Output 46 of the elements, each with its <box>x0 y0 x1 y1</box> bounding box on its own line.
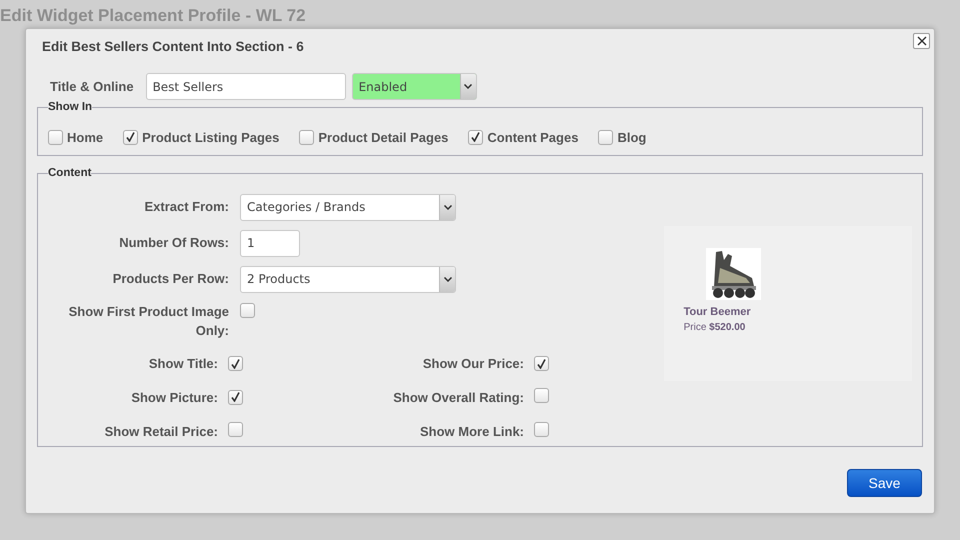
inline-skate-drawing <box>706 248 761 300</box>
checkbox[interactable] <box>534 356 549 371</box>
dialog-title: Edit Best Sellers Content Into Section - 6 <box>41 38 304 56</box>
checkbox[interactable] <box>228 390 243 405</box>
caret-icon <box>439 266 455 292</box>
option-label: Product Listing Pages <box>142 128 280 147</box>
checkbox[interactable] <box>299 130 314 145</box>
group-legend: Show In <box>48 102 92 114</box>
option-label: Show Picture: <box>130 390 219 406</box>
option-label: Product Detail Pages <box>318 128 448 147</box>
checkbox[interactable] <box>240 302 255 318</box>
option-label: Show Retail Price: <box>104 424 219 440</box>
field-label: Show First Product Image Only: <box>68 302 229 340</box>
option-label: Content Pages <box>487 128 578 147</box>
checkbox[interactable] <box>123 130 138 145</box>
option-label: Show Title: <box>148 356 219 372</box>
field-label: Products Per Row: <box>112 270 229 288</box>
field-label: Extract From: <box>143 198 229 216</box>
option-label: Show Our Price: <box>422 356 525 372</box>
save-button[interactable]: Save <box>847 469 922 497</box>
product-title[interactable]: Tour Beemer <box>684 304 912 320</box>
checkbox[interactable] <box>598 130 614 145</box>
title-input[interactable]: Best Sellers <box>146 73 346 100</box>
product-price: Price $520.00 <box>684 321 746 335</box>
close-icon <box>916 36 926 46</box>
group-legend: Content <box>48 168 92 180</box>
checkbox[interactable] <box>534 388 549 403</box>
option-label: Home <box>67 128 104 146</box>
status-select[interactable]: Enabled <box>352 73 477 100</box>
caret-icon <box>439 194 455 220</box>
field-label: Number Of Rows: <box>118 234 229 252</box>
number-input[interactable]: 1 <box>240 230 300 256</box>
option-label: Show Overall Rating: <box>392 390 525 406</box>
field-label: Title & Online <box>50 78 134 96</box>
checkbox[interactable] <box>228 422 243 437</box>
checkbox[interactable] <box>228 356 243 371</box>
checkbox[interactable] <box>48 130 63 145</box>
close-button[interactable] <box>913 33 930 49</box>
page-title: Edit Widget Placement Profile - WL 72 <box>0 5 307 27</box>
checkbox[interactable] <box>534 422 549 437</box>
checkbox[interactable] <box>468 130 484 145</box>
option-label: Blog <box>617 128 646 147</box>
option-label: Show More Link: <box>419 424 525 440</box>
caret-icon <box>460 74 476 99</box>
dropdown[interactable]: 2 Products <box>240 266 456 292</box>
dropdown[interactable]: Categories / Brands <box>240 194 456 220</box>
